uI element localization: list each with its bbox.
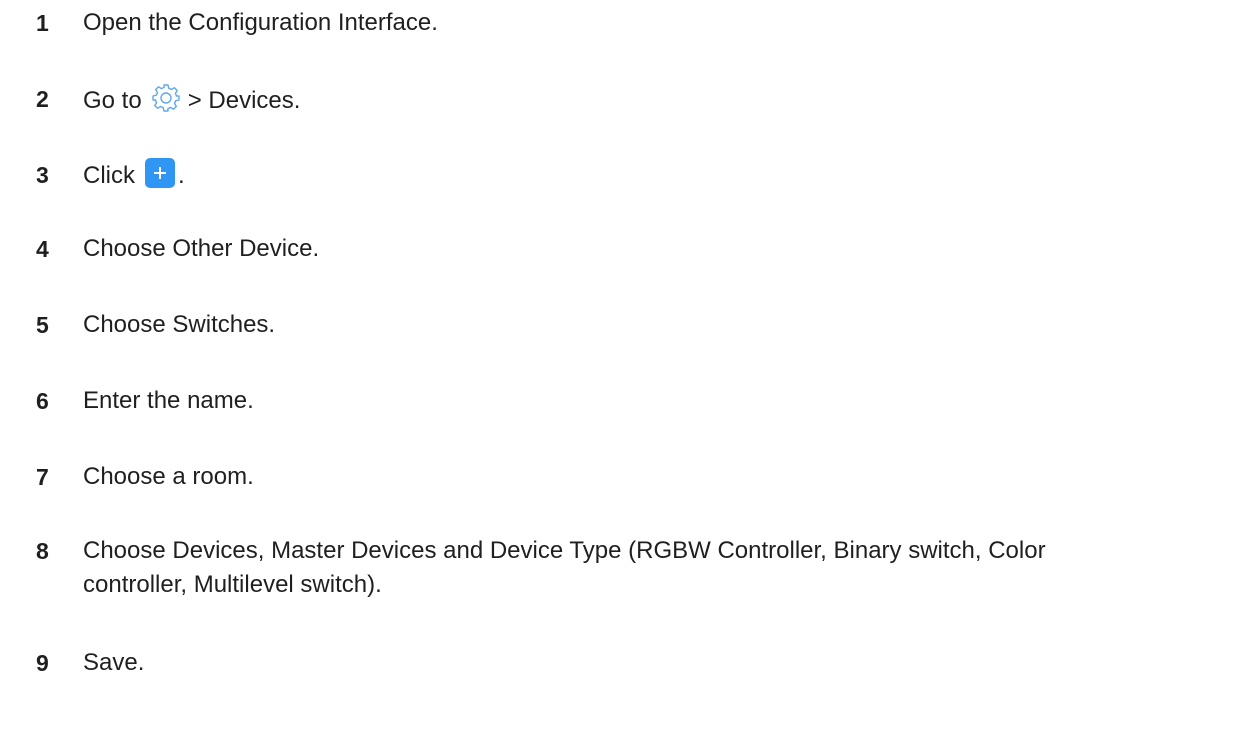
step-number: 2 [36,86,49,112]
step-text: Enter the name. [83,387,254,414]
step-text: Choose a room. [83,463,254,490]
step-text: Choose Other Device. [83,235,320,262]
step-text-before: Click [83,162,135,189]
step-number: 6 [36,388,49,414]
step-number: 1 [36,10,49,36]
step-text-before: Go to [83,87,142,114]
step-text-line-2: controller, Multilevel switch). [83,571,382,598]
step-number: 4 [36,236,49,262]
plus-button [145,158,175,188]
step-number: 7 [36,464,49,490]
step-number: 3 [36,162,49,188]
step-text: Click. [83,158,1233,193]
step-text-after: . [178,162,185,189]
step-number: 8 [36,538,49,564]
step-text-after: > Devices. [187,87,301,114]
gear-icon [150,82,182,114]
step-number: 9 [36,650,49,676]
step-text-line-1: Choose Devices, Master Devices and Devic… [83,537,1046,564]
step-text: Open the Configuration Interface. [83,9,438,36]
step-text: Choose Switches. [83,311,276,338]
step-text: Go to > Devices. [83,82,1233,118]
step-text: Choose Devices, Master Devices and Devic… [83,534,1233,602]
step-number: 5 [36,312,49,338]
step-text: Save. [83,649,145,676]
